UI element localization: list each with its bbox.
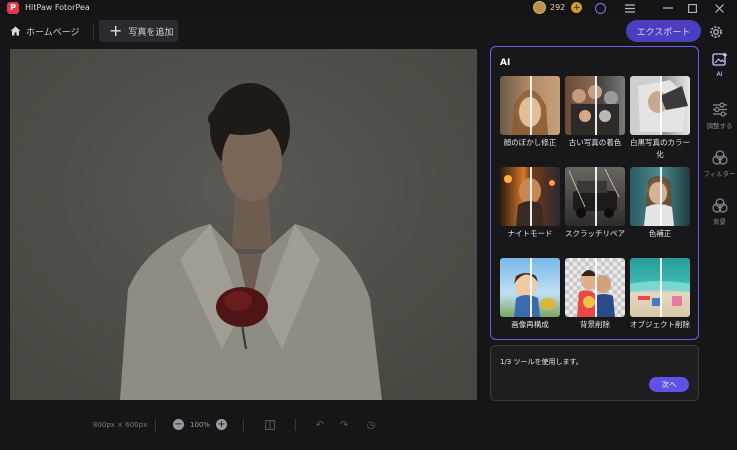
app-title: HitPaw FotorPea (25, 3, 90, 12)
canvas-area: 800px × 600px − 100% + ↶ ↷ ◷ (0, 48, 487, 450)
background-icon (711, 198, 728, 213)
rail-item-ai[interactable]: AI (702, 52, 737, 78)
export-button[interactable]: エクスポート (626, 20, 701, 42)
add-photo-button[interactable]: + 写真を追加 (99, 20, 178, 42)
ai-tool-label: 画像再構成 (511, 320, 549, 329)
rail-item-label: AI (716, 70, 723, 78)
share-icon[interactable] (598, 2, 610, 14)
redo-icon[interactable]: ↷ (338, 419, 350, 431)
rail-item-label: フィルター (703, 170, 736, 178)
ai-tool-image-reconstruct[interactable]: 画像再構成 (500, 258, 560, 331)
zoom-bar-divider (295, 419, 296, 431)
toolbar-divider (93, 25, 94, 39)
add-coin-icon[interactable]: + (571, 2, 583, 13)
zoom-bar-divider (243, 419, 244, 431)
minimize-icon[interactable] (662, 2, 674, 14)
ai-tool-color-correct[interactable]: 色補正 (630, 167, 690, 240)
coin-icon (533, 1, 546, 14)
zoom-level: 100% (190, 421, 211, 429)
ai-tool-old-photo-color[interactable]: 古い写真の着色 (565, 76, 625, 149)
bw-colorize-thumbnail (630, 76, 690, 135)
usage-tip-panel: 1/3 ツールを使用します。 次へ (490, 345, 699, 401)
plus-icon: + (109, 21, 123, 40)
zoom-in-icon[interactable]: + (216, 419, 227, 430)
ai-tool-label: 顔のぼかし修正 (503, 138, 557, 147)
ai-tool-label: ナイトモード (507, 229, 553, 238)
rail-item-background[interactable]: 背景 (702, 198, 737, 226)
color-correct-thumbnail (630, 167, 690, 226)
menu-icon[interactable] (624, 2, 636, 14)
close-icon[interactable] (713, 2, 725, 14)
image-reconstruct-thumbnail (500, 258, 560, 317)
ai-tool-scratch-repair[interactable]: スクラッチリペア (565, 167, 625, 240)
rail-item-filter[interactable]: フィルター (702, 150, 737, 178)
rail-item-label: 調整する (706, 122, 733, 130)
sliders-icon (712, 102, 727, 117)
app-logo-icon: P (7, 1, 19, 14)
ai-tool-label: 古い写真の着色 (568, 138, 622, 147)
undo-icon[interactable]: ↶ (314, 419, 326, 431)
ai-tool-face-deblur[interactable]: 顔のぼかし修正 (500, 76, 560, 149)
rail-item-adjust[interactable]: 調整する (702, 102, 737, 130)
face-deblur-thumbnail (500, 76, 560, 135)
ai-tool-label: 背景削除 (580, 320, 610, 329)
ai-tool-label: スクラッチリペア (565, 229, 625, 238)
main-toolbar: ホームページ + 写真を追加 エクスポート (0, 15, 737, 48)
ai-tool-label: 色補正 (648, 229, 672, 238)
home-button[interactable]: ホームページ (10, 22, 80, 40)
panel-empty-area (490, 402, 699, 450)
ai-tool-background-remove[interactable]: 背景削除 (565, 258, 625, 331)
add-photo-label: 写真を追加 (128, 27, 174, 38)
portrait-image (10, 49, 477, 400)
zoom-bar-divider (155, 419, 156, 431)
coin-balance[interactable]: 292 + (533, 1, 583, 14)
compare-icon[interactable] (264, 419, 276, 431)
ai-panel-title: AI (500, 58, 511, 68)
old-photo-color-thumbnail (565, 76, 625, 135)
object-remove-thumbnail (630, 258, 690, 317)
home-label: ホームページ (26, 27, 80, 38)
ai-tool-label: 白黒写真のカラー化 (630, 138, 690, 159)
title-bar: P HitPaw FotorPea 292 + (0, 0, 737, 15)
coin-count: 292 (550, 3, 566, 12)
scratch-repair-thumbnail (565, 167, 625, 226)
night-mode-thumbnail (500, 167, 560, 226)
usage-tip-text: 1/3 ツールを使用します。 (500, 358, 583, 366)
maximize-icon[interactable] (686, 2, 698, 14)
right-tool-rail: AI 調整する フィルター 背景 (702, 46, 737, 450)
image-size-label: 800px × 600px (93, 421, 148, 429)
history-icon[interactable]: ◷ (365, 419, 377, 431)
home-icon (10, 26, 21, 36)
ai-tool-bw-colorize[interactable]: 白黒写真のカラー化 (630, 76, 690, 161)
settings-gear-icon[interactable] (708, 24, 724, 40)
photo-canvas[interactable] (10, 49, 477, 400)
ai-tool-label: オブジェクト削除 (630, 320, 690, 329)
ai-tool-object-remove[interactable]: オブジェクト削除 (630, 258, 690, 331)
ai-tool-night-mode[interactable]: ナイトモード (500, 167, 560, 240)
next-button[interactable]: 次へ (649, 377, 689, 392)
ai-image-icon (711, 52, 727, 66)
zoom-bar: 800px × 600px − 100% + ↶ ↷ ◷ (0, 414, 487, 436)
filter-circles-icon (711, 150, 728, 165)
zoom-out-icon[interactable]: − (173, 419, 184, 430)
ai-tools-panel: AI 顔のぼかし修正 古い写真の着色 白黒写真のカラー化 ナイトモード スクラッ… (490, 46, 699, 340)
rail-item-label: 背景 (713, 218, 726, 226)
background-remove-thumbnail (565, 258, 625, 317)
